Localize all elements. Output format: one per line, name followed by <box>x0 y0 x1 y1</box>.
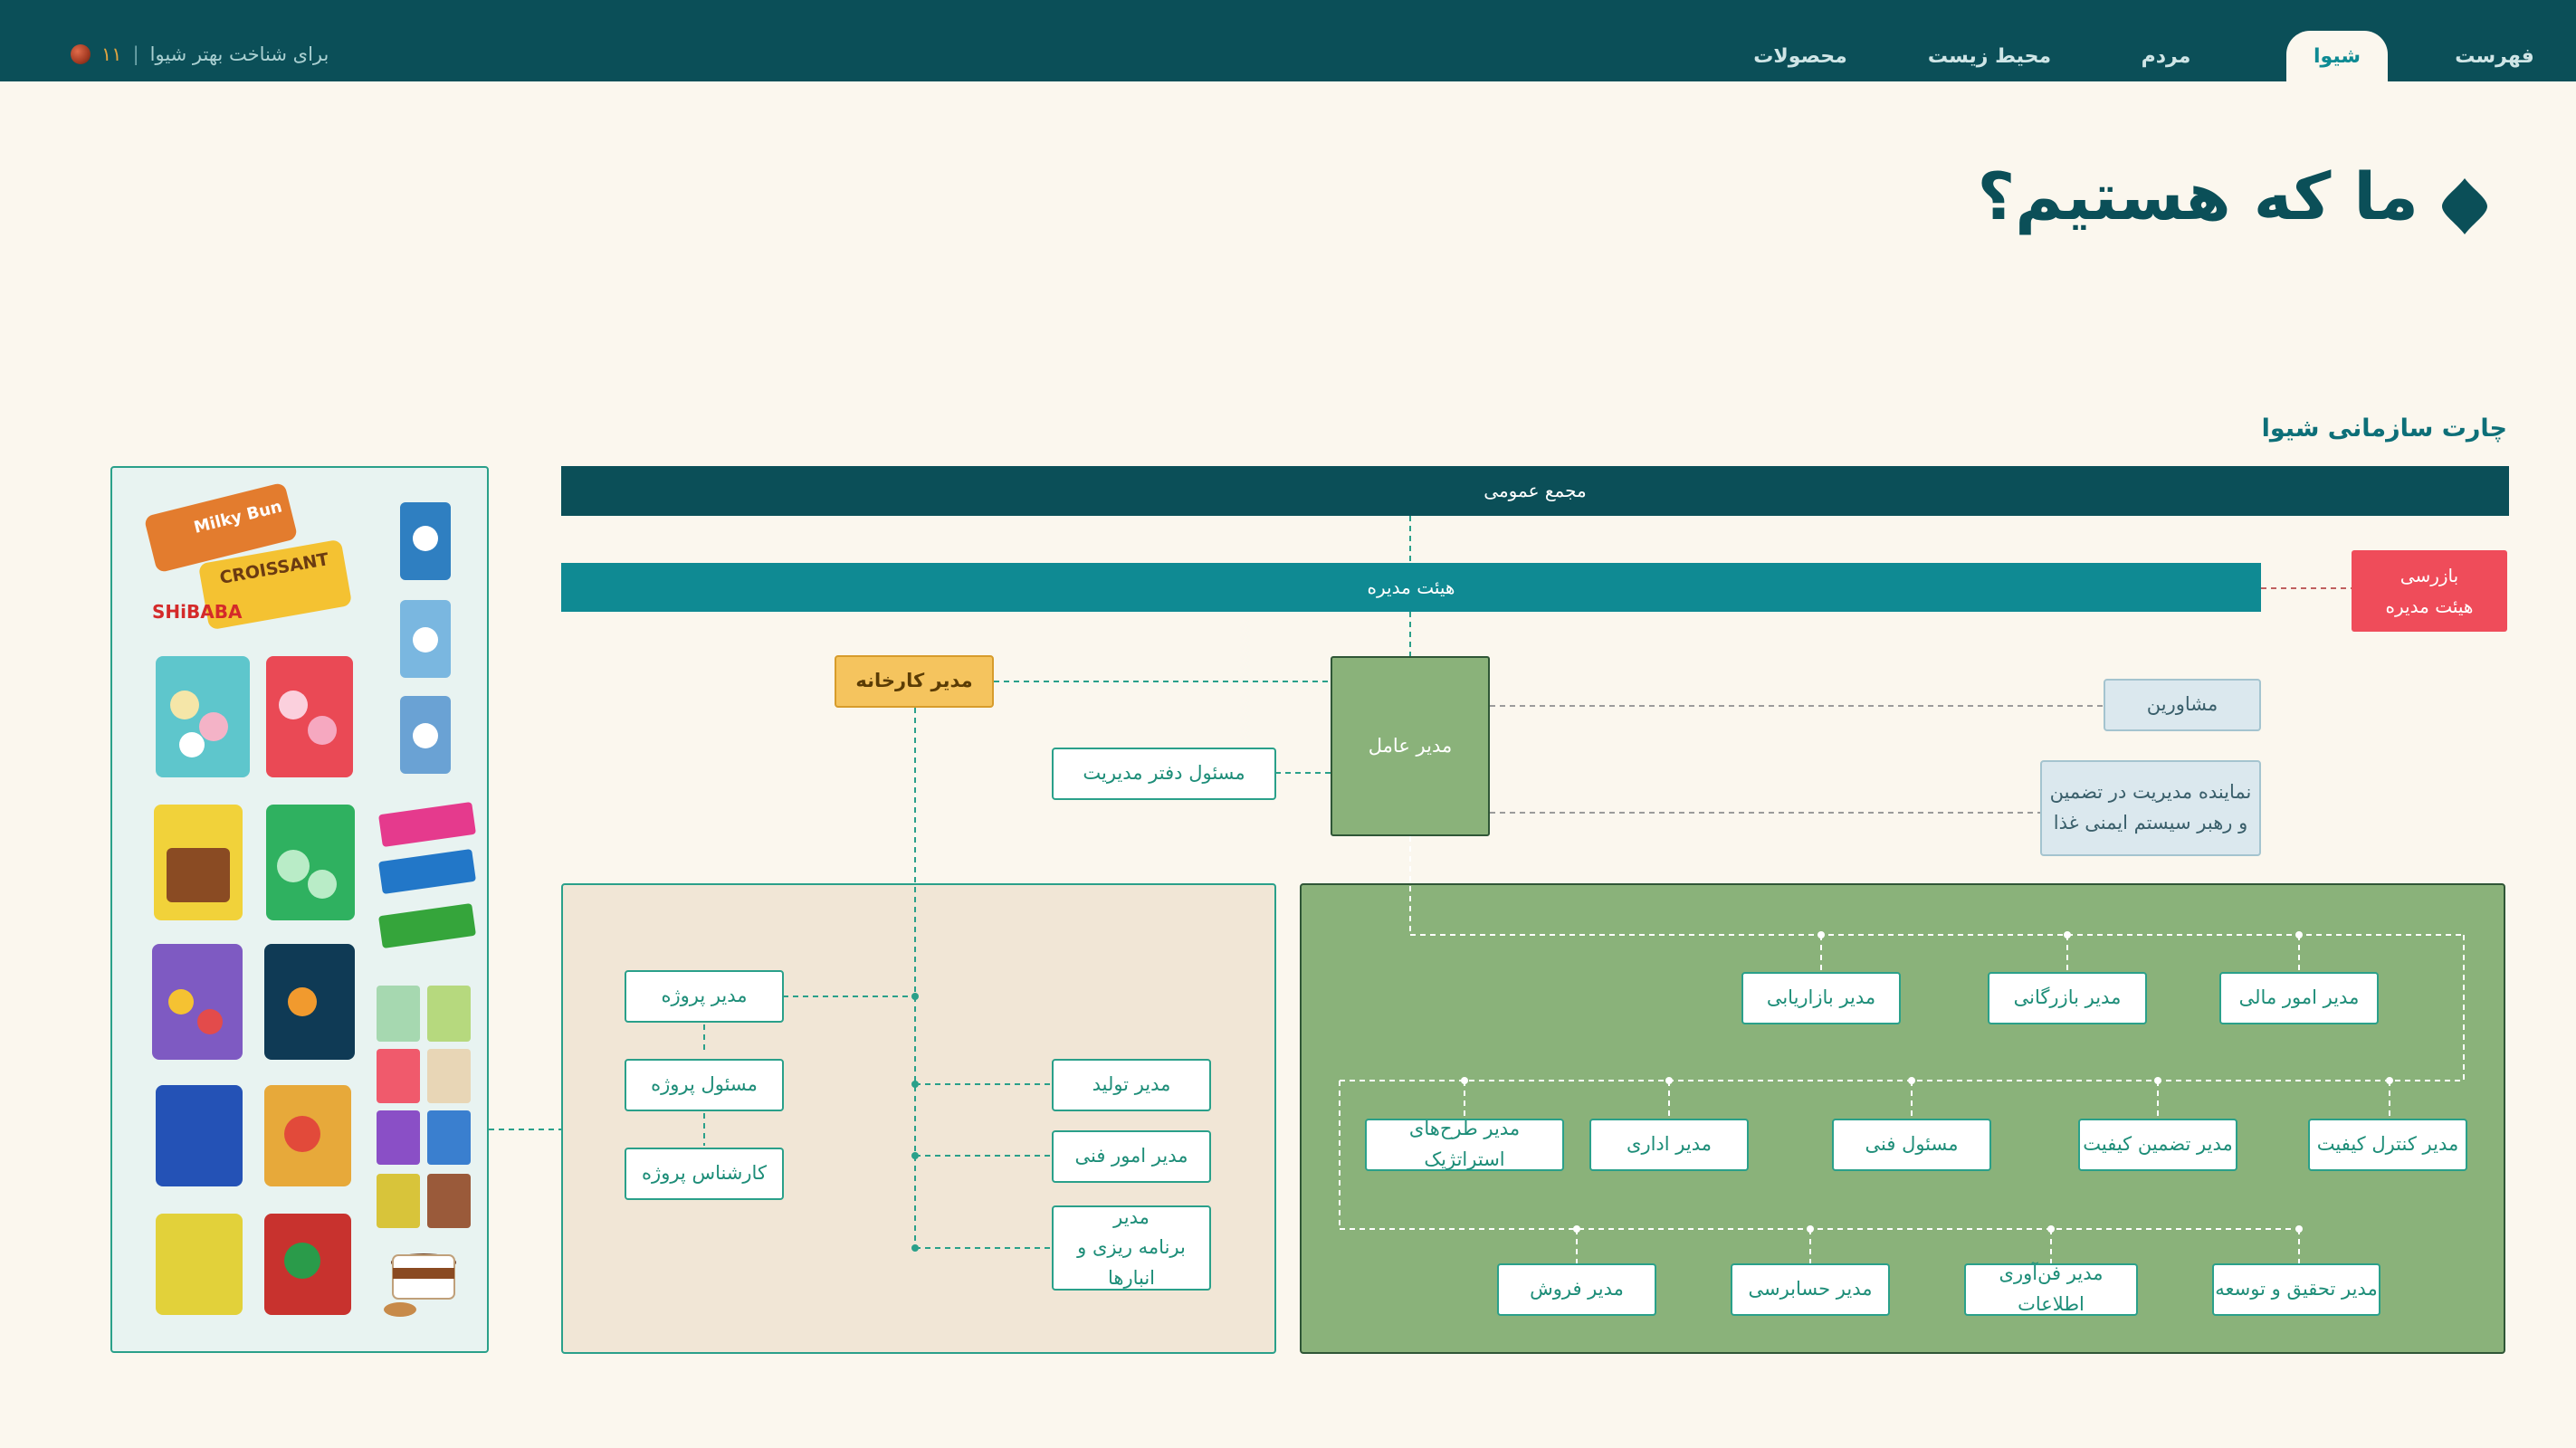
office-manager-box: مسئول دفتر مدیریت <box>1052 748 1276 800</box>
rnd-manager-box: مدیر تحقیق و توسعه <box>2212 1263 2380 1316</box>
page-number: ۱۱ <box>101 43 122 65</box>
strategic-plans-manager-box: مدیر طرح‌های استراتژیک <box>1365 1118 1564 1171</box>
top-navigation-bar: فهرست شیوا مردم محیط زیست محصولات ۱۱ | ب… <box>0 0 2576 81</box>
project-expert-box: کارشناس پروژه <box>625 1148 784 1200</box>
quality-control-manager-box: مدیر کنترل کیفیت <box>2308 1119 2467 1171</box>
ceo-box: مدیر عامل <box>1331 656 1490 836</box>
planning-manager-line1: مدیر <box>1113 1205 1150 1228</box>
planning-manager-line2: برنامه ریزی و انبارها <box>1077 1236 1186 1289</box>
sales-manager-box: مدیر فروش <box>1497 1263 1656 1316</box>
wafer-pack-image <box>154 805 355 920</box>
logo-ball-icon <box>71 44 91 64</box>
general-assembly-bar: مجمع عمومی <box>561 466 2509 516</box>
inspector-line2: هیئت مدیره <box>2385 595 2474 617</box>
tab-contents[interactable]: فهرست <box>2440 33 2549 81</box>
qa-representative-line2: و رهبر سیستم ایمنی غذا <box>2053 812 2248 834</box>
board-of-directors-bar: هیئت مدیره <box>561 563 2261 612</box>
croissant-pack-image: Milky Bun CROISSANT SHiBABA <box>145 483 351 629</box>
spread-jar-image <box>384 1253 456 1317</box>
qa-representative-line1: نماینده مدیریت در تضمین <box>2049 781 2252 804</box>
quality-assurance-manager-box: مدیر تضمین کیفیت <box>2078 1119 2237 1171</box>
factory-manager-box: مدیر کارخانه <box>835 655 994 708</box>
tab-products[interactable]: محصولات <box>1723 33 1877 81</box>
technical-officer-box: مسئول فنی <box>1832 1119 1991 1171</box>
tab-people[interactable]: مردم <box>2116 33 2216 81</box>
section-title: چارت سازمانی شیوا <box>2261 414 2507 443</box>
administrative-manager-box: مدیر اداری <box>1589 1119 1749 1171</box>
gum-pack-image <box>378 802 476 948</box>
production-manager-box: مدیر تولید <box>1052 1059 1211 1111</box>
qa-representative-box: نماینده مدیریت در تضمین و رهبر سیستم ایم… <box>2040 760 2261 856</box>
finance-manager-box: مدیر امور مالی <box>2219 972 2379 1024</box>
shibaba-logo: SHiBABA <box>152 601 243 623</box>
tab-shiva[interactable]: شیوا <box>2286 31 2388 81</box>
title-diamond-icon <box>2442 178 2487 234</box>
project-manager-box: مدیر پروژه <box>625 970 784 1023</box>
it-manager-box: مدیر فن‌آوری اطلاعات <box>1964 1262 2138 1316</box>
breadcrumb-separator: | <box>132 43 139 65</box>
small-packs-column <box>400 502 451 774</box>
page-title: ما که هستیم؟ <box>1977 158 2419 234</box>
marketing-manager-box: مدیر بازاریابی <box>1741 972 1901 1024</box>
planning-manager-box: مدیر برنامه ریزی و انبارها <box>1052 1205 1211 1291</box>
breadcrumb-text[interactable]: برای شناخت بهتر شیوا <box>150 40 329 69</box>
board-inspector-box: بازرسی هیئت مدیره <box>2352 550 2507 632</box>
marshmallow-pack-image <box>156 656 353 777</box>
candy-bag-row-image <box>156 1085 351 1315</box>
technical-affairs-manager-box: مدیر امور فنی <box>1052 1130 1211 1183</box>
products-illustration: Milky Bun CROISSANT SHiBABA <box>145 483 476 1317</box>
project-officer-box: مسئول پروژه <box>625 1059 784 1111</box>
breadcrumb: ۱۱ | برای شناخت بهتر شیوا <box>71 40 329 69</box>
commerce-manager-box: مدیر بازرگانی <box>1988 972 2147 1024</box>
audit-manager-box: مدیر حسابرسی <box>1731 1263 1890 1316</box>
tab-environment[interactable]: محیط زیست <box>1908 33 2071 81</box>
advisors-box: مشاورین <box>2104 679 2261 731</box>
inspector-line1: بازرسی <box>2399 565 2459 586</box>
